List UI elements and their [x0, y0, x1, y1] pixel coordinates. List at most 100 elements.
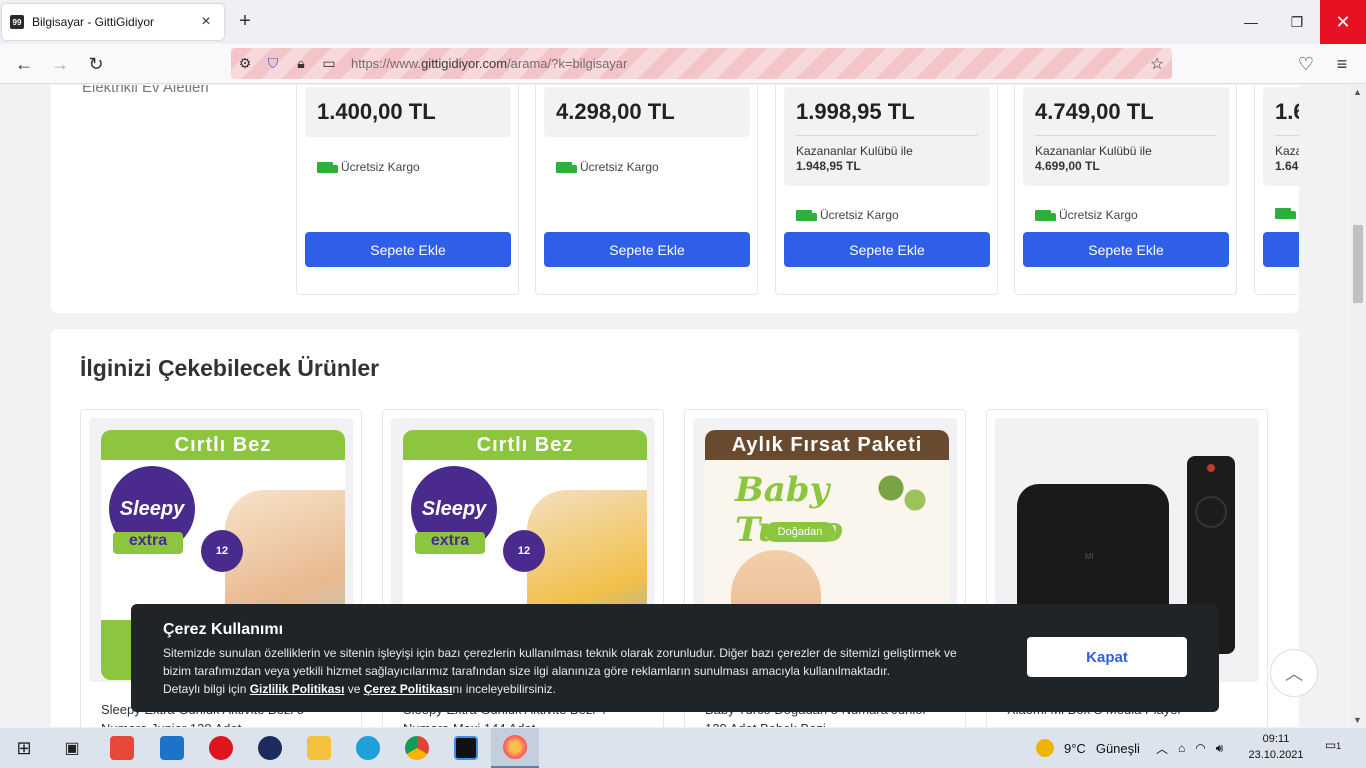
browser-tab[interactable]: 99 Bilgisayar - GittiGidiyor ×: [2, 4, 224, 40]
add-to-cart-button[interactable]: [1263, 232, 1299, 267]
cookie-policy-link[interactable]: Çerez Politikası: [364, 682, 453, 696]
add-to-cart-button[interactable]: Sepete Ekle: [784, 232, 990, 267]
browser-navbar: ← → ↻ ⚙ ⛉ 🔒︎ ▭ https://www.gittigidiyor.…: [0, 44, 1366, 84]
network-icon[interactable]: ⌂: [1178, 741, 1185, 755]
back-arrow-icon[interactable]: ←: [12, 52, 36, 76]
new-tab-button[interactable]: +: [234, 10, 256, 32]
firefox-icon: [503, 735, 527, 759]
browser-titlebar: 99 Bilgisayar - GittiGidiyor × + — ❐ ✕: [0, 0, 1366, 44]
url-text[interactable]: https://www.gittigidiyor.com/arama/?k=bi…: [351, 56, 1142, 71]
remote-control-icon: ⚙: [238, 55, 252, 71]
folder-icon: [307, 736, 331, 760]
add-to-cart-button[interactable]: Sepete Ekle: [305, 232, 511, 267]
club-price-info: Kazananlar Kulübü ile 1.948,95 TL: [796, 135, 978, 174]
product-card[interactable]: 4.298,00 TL Ücretsiz Kargo Sepete Ekle: [535, 85, 758, 295]
price-box: 4.298,00 TL: [544, 87, 750, 137]
product-card[interactable]: 4.749,00 TL Kazananlar Kulübü ile 4.699,…: [1014, 85, 1237, 295]
reload-icon[interactable]: ↻: [84, 52, 108, 76]
taskbar-intellij[interactable]: [442, 728, 490, 768]
taskbar-app[interactable]: [246, 728, 294, 768]
taskbar-opera[interactable]: [197, 728, 245, 768]
edge-icon: [356, 736, 380, 760]
start-button[interactable]: ⊞: [0, 728, 48, 768]
truck-icon: [1035, 209, 1056, 221]
chevron-up-icon[interactable]: ︿: [1156, 740, 1168, 757]
notification-center-icon[interactable]: ▭1: [1322, 738, 1344, 758]
bookmark-star-icon[interactable]: ☆: [1142, 54, 1172, 74]
truck-icon: [796, 209, 817, 221]
price-box: 1.400,00 TL: [305, 87, 511, 137]
store-icon: [110, 736, 134, 760]
gittigidiyor-favicon-icon: 99: [10, 15, 24, 29]
section-title: İlginizi Çekebilecek Ürünler: [80, 355, 380, 381]
wifi-icon[interactable]: ◠: [1195, 741, 1205, 755]
taskbar-mail[interactable]: [148, 728, 196, 768]
task-view-button[interactable]: ▣: [48, 728, 96, 768]
cookie-close-button[interactable]: Kapat: [1027, 637, 1187, 677]
truck-icon: [1275, 208, 1296, 219]
add-to-cart-button[interactable]: Sepete Ekle: [1023, 232, 1229, 267]
scroll-to-top-button[interactable]: ︿: [1270, 649, 1318, 697]
taskbar-firefox[interactable]: [491, 728, 539, 768]
add-to-cart-button[interactable]: Sepete Ekle: [544, 232, 750, 267]
olive-branch-image: [859, 464, 939, 524]
taskbar-store[interactable]: [98, 728, 146, 768]
clock[interactable]: 09:11 23.10.2021: [1244, 731, 1308, 763]
mail-icon: [160, 736, 184, 760]
lock-icon[interactable]: 🔒︎: [287, 55, 315, 72]
menu-icon[interactable]: ≡: [1330, 52, 1354, 76]
product-card[interactable]: 1.998,95 TL Kazananlar Kulübü ile 1.948,…: [775, 85, 998, 295]
free-shipping: Ücretsiz Kargo: [317, 160, 420, 174]
address-bar[interactable]: ⚙ ⛉ 🔒︎ ▭ https://www.gittigidiyor.com/ar…: [231, 48, 1172, 79]
close-tab-icon[interactable]: ×: [196, 13, 216, 31]
pocket-icon[interactable]: ♡: [1294, 52, 1318, 76]
system-tray[interactable]: ︿ ⌂ ◠ 🔊︎: [1156, 728, 1223, 768]
forward-arrow-icon[interactable]: →: [48, 52, 72, 76]
product-price: 4.749,00 TL: [1035, 99, 1154, 124]
close-window-button[interactable]: ✕: [1320, 0, 1366, 44]
club-price-info: Kaza 1.64: [1275, 135, 1299, 174]
product-price: 1.998,95 TL: [796, 99, 915, 124]
product-price: 1.400,00 TL: [317, 99, 436, 124]
minimize-button[interactable]: —: [1228, 0, 1274, 44]
free-shipping: Ücretsiz Kargo: [556, 160, 659, 174]
taskbar-chrome[interactable]: [393, 728, 441, 768]
free-shipping: Ücretsiz Kargo: [796, 208, 899, 222]
cookie-text: Sitemizde sunulan özelliklerin ve siteni…: [163, 646, 957, 696]
taskbar-explorer[interactable]: [295, 728, 343, 768]
sidebar-category[interactable]: Elektrikli Ev Aletleri: [82, 85, 209, 96]
product-price: 1.6: [1275, 99, 1299, 124]
cookie-title: Çerez Kullanımı: [163, 621, 284, 638]
truck-icon: [317, 161, 338, 173]
windows-taskbar: ⊞ ▣ 9°C Güneşli ︿ ⌂ ◠ 🔊︎ 09:11 23.10.202…: [0, 728, 1366, 768]
page-scrollbar[interactable]: ▲ ▼: [1350, 85, 1366, 727]
chevron-up-icon: ︿: [1285, 664, 1303, 684]
task-view-icon: ▣: [64, 740, 80, 757]
truck-icon: [556, 161, 577, 173]
restore-button[interactable]: ❐: [1274, 0, 1320, 44]
scroll-down-arrow-icon[interactable]: ▼: [1353, 715, 1362, 725]
weather-widget[interactable]: 9°C Güneşli: [1036, 728, 1140, 768]
scroll-up-arrow-icon[interactable]: ▲: [1353, 87, 1362, 97]
intellij-icon: [454, 736, 478, 760]
club-price-info: Kazananlar Kulübü ile 4.699,00 TL: [1035, 135, 1217, 174]
cookie-banner: Çerez Kullanımı Sitemizde sunulan özelli…: [131, 604, 1219, 712]
chrome-icon: [405, 736, 429, 760]
scrollbar-thumb[interactable]: [1353, 225, 1363, 303]
opera-icon: [209, 736, 233, 760]
free-shipping: [1275, 208, 1299, 219]
shield-icon[interactable]: ⛉: [259, 55, 287, 72]
privacy-policy-link[interactable]: Gizlilik Politikası: [250, 682, 345, 696]
product-list-panel: Elektrikli Ev Aletleri 1.400,00 TL Ücret…: [51, 85, 1299, 313]
product-price: 4.298,00 TL: [556, 99, 675, 124]
permissions-icon[interactable]: ▭: [315, 55, 343, 72]
sun-icon: [1036, 739, 1054, 757]
free-shipping: Ücretsiz Kargo: [1035, 208, 1138, 222]
price-box: 4.749,00 TL Kazananlar Kulübü ile 4.699,…: [1023, 87, 1229, 186]
volume-icon[interactable]: 🔊︎: [1216, 741, 1224, 756]
product-card[interactable]: 1.400,00 TL Ücretsiz Kargo Sepete Ekle: [296, 85, 519, 295]
taskbar-edge[interactable]: [344, 728, 392, 768]
price-box: 1.998,95 TL Kazananlar Kulübü ile 1.948,…: [784, 87, 990, 186]
app-icon: [258, 736, 282, 760]
product-card-partial[interactable]: 1.6 Kaza 1.64: [1254, 85, 1299, 295]
